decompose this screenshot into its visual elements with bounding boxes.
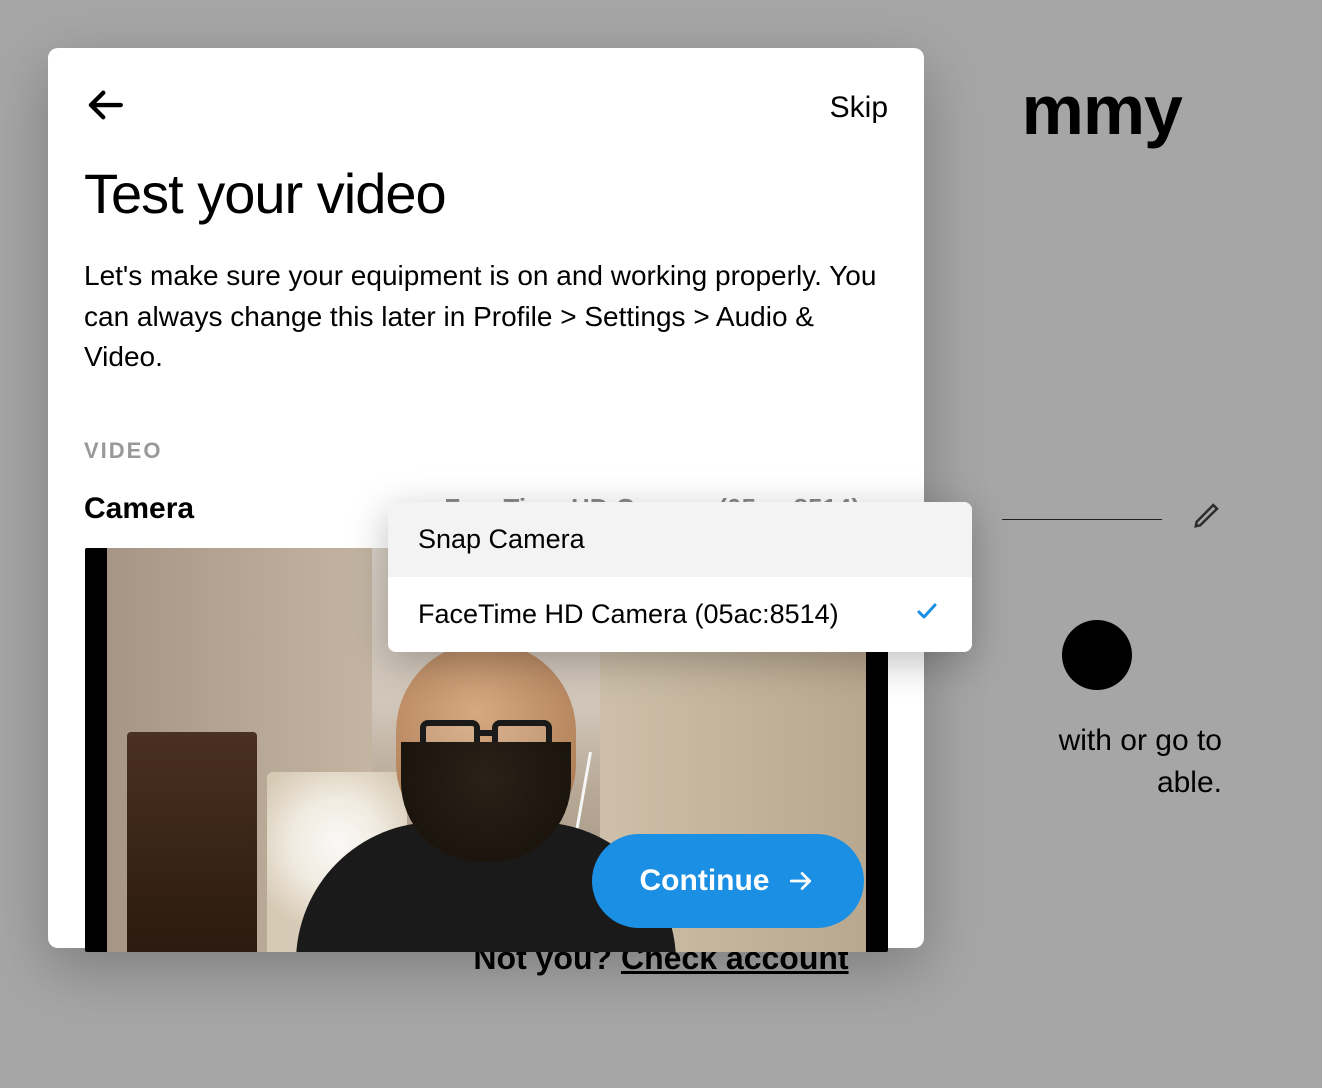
camera-option-snap[interactable]: Snap Camera <box>388 502 972 577</box>
modal-topbar: Skip <box>84 84 888 131</box>
continue-button[interactable]: Continue <box>592 834 864 928</box>
video-section-label: VIDEO <box>84 438 888 464</box>
camera-dropdown-menu: Snap Camera FaceTime HD Camera (05ac:851… <box>388 502 972 652</box>
continue-label: Continue <box>640 864 770 898</box>
camera-option-label: FaceTime HD Camera (05ac:8514) <box>418 599 839 630</box>
camera-option-facetime[interactable]: FaceTime HD Camera (05ac:8514) <box>388 577 972 652</box>
modal-title: Test your video <box>84 161 888 226</box>
test-video-modal: Skip Test your video Let's make sure you… <box>48 48 924 948</box>
arrow-right-icon <box>786 868 816 894</box>
skip-link[interactable]: Skip <box>830 91 888 125</box>
check-icon <box>912 599 942 630</box>
camera-label: Camera <box>84 492 194 526</box>
modal-subtitle: Let's make sure your equipment is on and… <box>84 256 888 378</box>
camera-option-label: Snap Camera <box>418 524 585 555</box>
back-button[interactable] <box>84 84 126 131</box>
